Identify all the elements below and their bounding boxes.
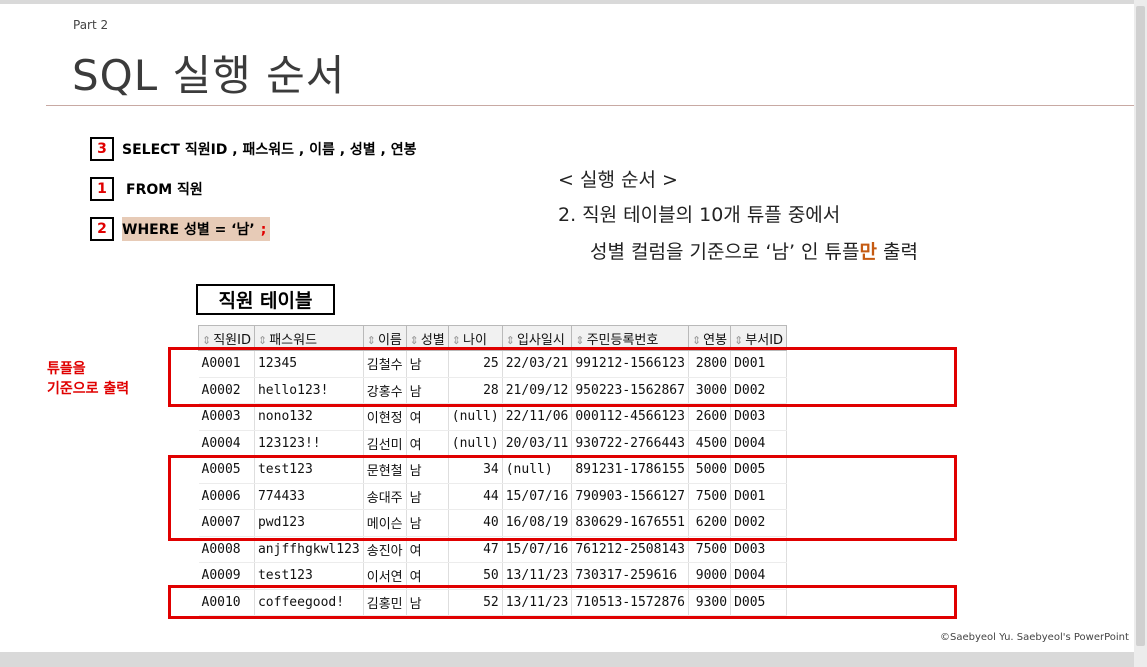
table-cell: A0003 bbox=[198, 403, 255, 431]
select-clause: 3 SELECT 직원ID , 패스워드 , 이름 , 성별 , 연봉 bbox=[90, 137, 416, 161]
sort-icon[interactable]: ⇕ bbox=[258, 334, 267, 347]
column-header-label: 부서ID bbox=[745, 332, 784, 348]
column-header-label: 성별 bbox=[420, 332, 445, 348]
table-cell: (null) bbox=[448, 430, 503, 457]
side-note: 튜플을 기준으로 출력 bbox=[47, 359, 129, 399]
table-cell: 여 bbox=[406, 430, 449, 457]
select-text: SELECT 직원ID , 패스워드 , 이름 , 성별 , 연봉 bbox=[122, 142, 417, 158]
column-header-label: 입사일시 bbox=[516, 332, 565, 348]
sort-icon[interactable]: ⇕ bbox=[506, 334, 515, 347]
table-cell: D003 bbox=[730, 403, 788, 431]
table-cell: 20/03/11 bbox=[502, 430, 573, 457]
part-label: Part 2 bbox=[73, 18, 109, 32]
column-header-label: 주민등록번호 bbox=[586, 332, 659, 348]
table-cell: nono132 bbox=[254, 403, 364, 431]
table-cell: 000112-4566123 bbox=[571, 403, 689, 431]
sort-icon[interactable]: ⇕ bbox=[452, 334, 461, 347]
slide: Part 2 SQL 실행 순서 3 SELECT 직원ID , 패스워드 , … bbox=[0, 4, 1134, 652]
table-cell: 22/11/06 bbox=[502, 403, 573, 431]
column-header-label: 이름 bbox=[377, 332, 402, 348]
table-cell: D004 bbox=[730, 430, 788, 457]
explanation-heading: < 실행 순서 > bbox=[558, 169, 678, 191]
explanation-line2: 성별 컬럼을 기준으로 ‘남’ 인 튜플만 출력 bbox=[590, 237, 918, 264]
table-cell: 123123!! bbox=[254, 430, 364, 457]
where-semicolon: ; bbox=[260, 222, 267, 238]
table-cell: (null) bbox=[448, 403, 503, 431]
copyright: ©Saebyeol Yu. Saebyeol's PowerPoint bbox=[940, 632, 1129, 643]
from-clause: 1 FROM 직원 bbox=[90, 177, 203, 201]
where-clause: 2 WHERE 성별 = ‘남’; bbox=[90, 217, 271, 241]
column-header-label: 직원ID bbox=[213, 332, 251, 348]
sort-icon[interactable]: ⇕ bbox=[202, 334, 211, 347]
where-text: WHERE 성별 = ‘남’ bbox=[122, 222, 255, 238]
title-divider bbox=[46, 105, 1134, 106]
step-number-select: 3 bbox=[90, 137, 114, 161]
from-text: FROM 직원 bbox=[126, 182, 203, 198]
side-note-line2: 기준으로 출력 bbox=[47, 381, 130, 397]
sort-icon[interactable]: ⇕ bbox=[692, 334, 701, 347]
table-cell: 이현정 bbox=[363, 403, 407, 431]
page-title: SQL 실행 순서 bbox=[72, 51, 346, 100]
step-number-where: 2 bbox=[90, 217, 114, 241]
sort-icon[interactable]: ⇕ bbox=[410, 334, 419, 347]
sort-icon[interactable]: ⇕ bbox=[575, 334, 584, 347]
table-cell: 4500 bbox=[688, 430, 732, 457]
explanation-highlight: 만 bbox=[859, 241, 878, 263]
column-header-label: 연봉 bbox=[703, 332, 728, 348]
highlight-box-rows-5-7 bbox=[168, 455, 957, 541]
explanation-line2-prefix: 성별 컬럼을 기준으로 ‘남’ 인 튜플 bbox=[590, 241, 860, 263]
sort-icon[interactable]: ⇕ bbox=[734, 334, 743, 347]
highlight-box-row-10 bbox=[168, 585, 957, 619]
step-number-from: 1 bbox=[90, 177, 114, 201]
scrollbar-thumb[interactable] bbox=[1136, 6, 1145, 646]
table-cell: 930722-2766443 bbox=[571, 430, 689, 457]
side-note-line1: 튜플을 bbox=[47, 361, 86, 377]
explanation-line2-suffix: 출력 bbox=[877, 241, 919, 263]
column-header-label: 패스워드 bbox=[269, 332, 318, 348]
table-cell: 여 bbox=[406, 403, 449, 431]
table-row: A0004 123123!! 김선미 여 (null) 20/03/11 930722-27… bbox=[198, 430, 788, 457]
explanation-line1: 2. 직원 테이블의 10개 튜플 중에서 bbox=[558, 204, 841, 226]
table-cell: 김선미 bbox=[363, 430, 407, 457]
where-text-highlight: WHERE 성별 = ‘남’; bbox=[122, 217, 271, 241]
column-header-label: 나이 bbox=[462, 332, 487, 348]
table-row: A0003 nono132 이현정 여 (null) 22/11/06 000112-456… bbox=[198, 403, 788, 431]
table-cell: A0004 bbox=[198, 430, 255, 457]
table-cell: 2600 bbox=[688, 403, 732, 431]
highlight-box-rows-1-2 bbox=[168, 347, 957, 407]
sort-icon[interactable]: ⇕ bbox=[367, 334, 376, 347]
table-title: 직원 테이블 bbox=[196, 284, 335, 315]
